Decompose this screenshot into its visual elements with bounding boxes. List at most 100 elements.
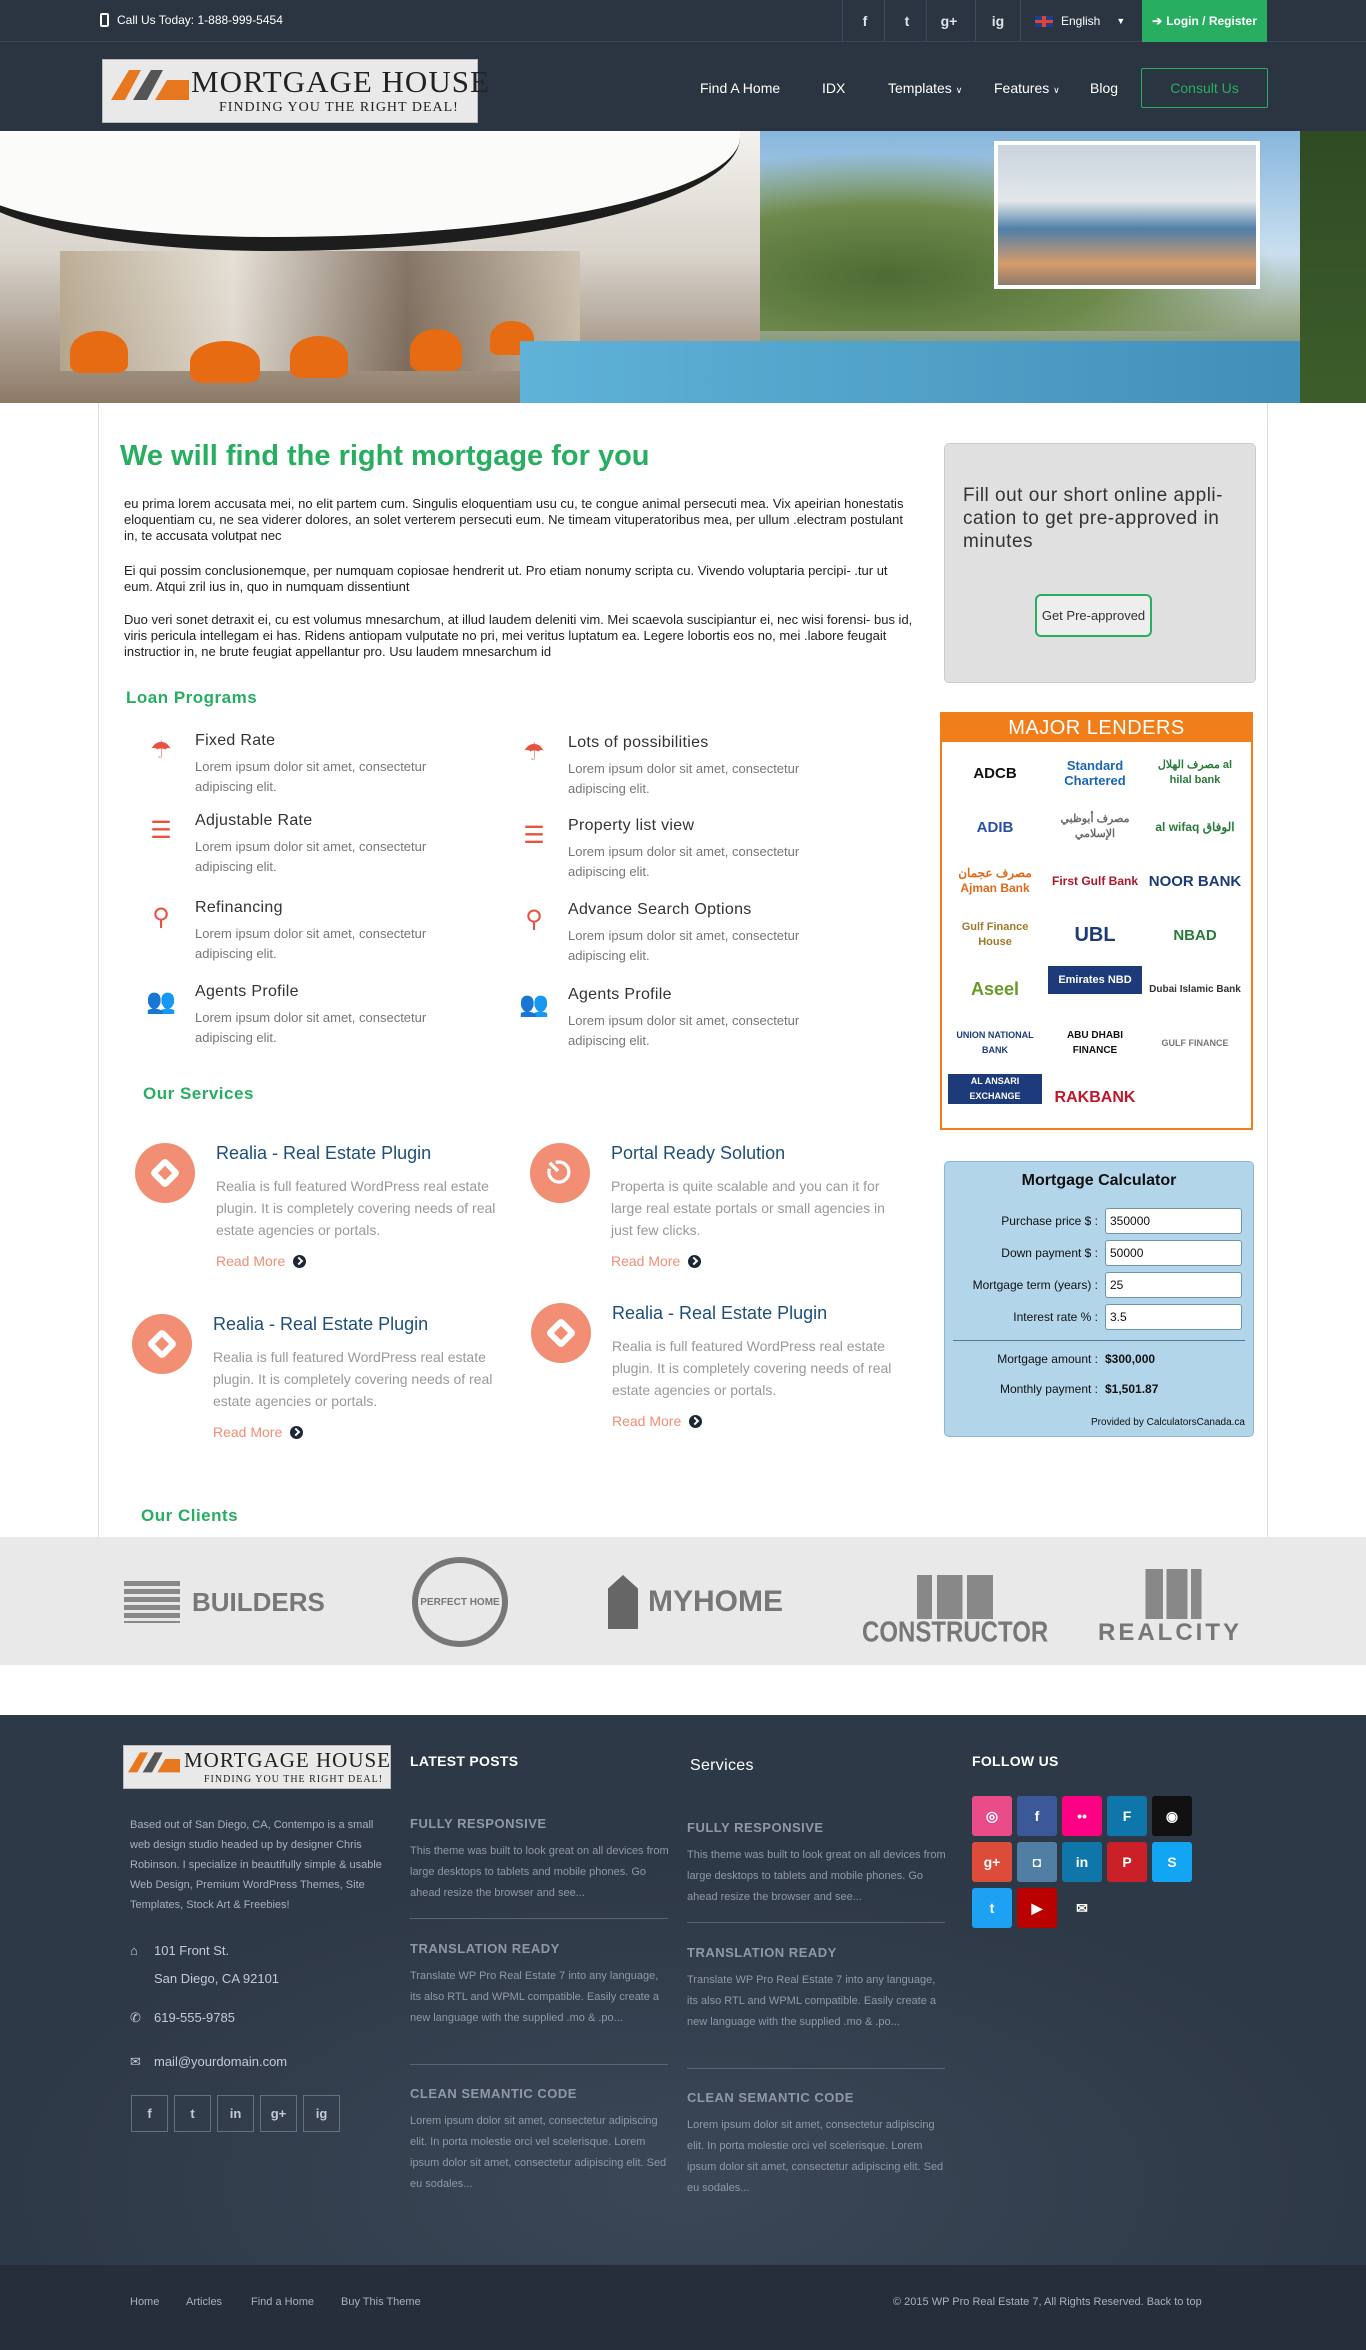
footer-link-find-a-home[interactable]: Find a Home — [251, 2296, 314, 2308]
lender-logo: AL ANSARI EXCHANGE — [948, 1074, 1042, 1104]
client-logo-realcity[interactable]: REALCITY — [1098, 1557, 1242, 1647]
client-logo-perfect-home[interactable]: PERFECT HOME — [410, 1557, 510, 1647]
footer-link-buy-theme[interactable]: Buy This Theme — [341, 2296, 421, 2308]
latest-posts-heading: LATEST POSTS — [410, 1753, 519, 1769]
major-lenders-widget: MAJOR LENDERS ADCB Standard Chartered مص… — [940, 712, 1253, 1130]
loan-title: Advance Search Options — [568, 901, 752, 918]
login-register-button[interactable]: ➔ Login / Register — [1142, 0, 1267, 42]
read-more-link[interactable]: Read More — [216, 1253, 307, 1269]
footer-link-home[interactable]: Home — [130, 2296, 159, 2308]
address-line: San Diego, CA 92101 — [154, 1971, 280, 1986]
post-excerpt: Lorem ipsum dolor sit amet, consectetur … — [687, 2119, 944, 2194]
footer-divider — [687, 1922, 945, 1923]
lender-logo: First Gulf Bank — [1051, 873, 1138, 888]
post-title[interactable]: FULLY RESPONSIVE — [410, 1816, 670, 1831]
mortgage-term-label: Mortgage term (years) : — [972, 1278, 1098, 1292]
nav-blog[interactable]: Blog — [1090, 80, 1118, 96]
twitter-top-button[interactable]: t — [884, 0, 929, 42]
google-plus-follow-button[interactable]: g+ — [972, 1842, 1012, 1882]
service-title[interactable]: Portal Ready Solution — [611, 1143, 785, 1164]
consult-us-button[interactable]: Consult Us — [1141, 68, 1268, 108]
read-more-link[interactable]: Read More — [612, 1413, 703, 1429]
list-icon: ☰ — [150, 817, 172, 844]
facebook-top-button[interactable]: f — [842, 0, 887, 42]
dribbble-follow-button[interactable]: ◎ — [972, 1796, 1012, 1836]
logo-tagline: FINDING YOU THE RIGHT DEAL! — [204, 1774, 384, 1785]
lender-logo: NBAD — [1173, 926, 1217, 944]
nav-idx[interactable]: IDX — [822, 80, 845, 96]
down-payment-input[interactable]: 50000 — [1105, 1240, 1242, 1266]
language-selector[interactable]: English ▼ — [1020, 0, 1141, 42]
calculator-provider-link[interactable]: Provided by CalculatorsCanada.ca — [1091, 1417, 1245, 1428]
flickr-follow-button[interactable]: •• — [1062, 1796, 1102, 1836]
read-more-label: Read More — [612, 1413, 682, 1429]
footer-facebook-button[interactable]: f — [131, 2095, 168, 2132]
lender-logo: ADIB — [976, 818, 1014, 836]
post-title[interactable]: TRANSLATION READY — [410, 1941, 670, 1956]
read-more-link[interactable]: Read More — [611, 1253, 702, 1269]
post-title[interactable]: TRANSLATION READY — [687, 1945, 947, 1960]
linkedin-follow-button[interactable]: in — [1062, 1842, 1102, 1882]
get-pre-approved-button[interactable]: Get Pre-approved — [1035, 594, 1152, 637]
skype-follow-button[interactable]: S — [1152, 1842, 1192, 1882]
purchase-price-input[interactable]: 350000 — [1105, 1208, 1242, 1234]
instagram-top-button[interactable]: ig — [975, 0, 1020, 42]
google-plus-top-button[interactable]: g+ — [926, 0, 971, 42]
footer-post: FULLY RESPONSIVE This theme was built to… — [410, 1816, 670, 1904]
read-more-link[interactable]: Read More — [213, 1424, 304, 1440]
nav-templates[interactable]: Templates ∨ — [888, 80, 962, 96]
site-logo[interactable]: MORTGAGE HOUSE FINDING YOU THE RIGHT DEA… — [102, 59, 489, 123]
chevron-down-icon: ∨ — [1053, 85, 1060, 95]
lenders-heading: MAJOR LENDERS — [942, 714, 1251, 742]
service-title[interactable]: Realia - Real Estate Plugin — [213, 1314, 428, 1335]
loan-description: Lorem ipsum dolor sit amet, consectetur … — [568, 1013, 800, 1048]
footer-instagram-button[interactable]: ig — [303, 2095, 340, 2132]
nav-templates-label: Templates — [888, 80, 952, 96]
top-bar: Call Us Today: 1-888-999-5454 f t g+ ig … — [0, 0, 1366, 42]
footer-link-articles[interactable]: Articles — [186, 2296, 222, 2308]
client-name: PERFECT HOME — [412, 1557, 508, 1647]
our-clients-heading: Our Clients — [141, 1506, 239, 1525]
service-title[interactable]: Realia - Real Estate Plugin — [612, 1303, 827, 1324]
github-follow-button[interactable]: ◉ — [1152, 1796, 1192, 1836]
uk-flag-icon — [1035, 15, 1053, 27]
interest-rate-input[interactable]: 3.5 — [1105, 1304, 1242, 1330]
footer-twitter-button[interactable]: t — [174, 2095, 211, 2132]
pinterest-follow-button[interactable]: P — [1107, 1842, 1147, 1882]
service-title[interactable]: Realia - Real Estate Plugin — [216, 1143, 431, 1164]
down-payment-label: Down payment $ : — [1001, 1246, 1098, 1260]
service-item: ⏻ Portal Ready Solution Properta is quit… — [530, 1143, 910, 1278]
post-title[interactable]: CLEAN SEMANTIC CODE — [410, 2086, 670, 2101]
client-name: CONSTRUCTOR — [862, 1616, 1049, 1649]
footer-post: TRANSLATION READY Translate WP Pro Real … — [410, 1941, 670, 2029]
email-follow-button[interactable]: ✉ — [1062, 1888, 1102, 1928]
nav-find-a-home[interactable]: Find A Home — [700, 80, 780, 96]
twitter-follow-button[interactable]: t — [972, 1888, 1012, 1928]
youtube-follow-button[interactable]: ▶ — [1017, 1888, 1057, 1928]
footer-linkedin-button[interactable]: in — [217, 2095, 254, 2132]
facebook-follow-button[interactable]: f — [1017, 1796, 1057, 1836]
lender-logo: GULF FINANCE — [1161, 1037, 1229, 1048]
mortgage-term-input[interactable]: 25 — [1105, 1272, 1242, 1298]
footer-logo[interactable]: MORTGAGE HOUSE FINDING YOU THE RIGHT DEA… — [123, 1745, 391, 1789]
bottom-bar: Home Articles Find a Home Buy This Theme… — [0, 2265, 1366, 2350]
instagram-follow-button[interactable]: ◘ — [1017, 1842, 1057, 1882]
post-title[interactable]: CLEAN SEMANTIC CODE — [687, 2090, 947, 2105]
arrow-circle-right-icon — [688, 1254, 702, 1268]
client-logo-constructor[interactable]: CONSTRUCTOR — [862, 1557, 1049, 1649]
hero-chair — [190, 341, 260, 383]
read-more-label: Read More — [213, 1424, 283, 1440]
footer-email[interactable]: ✉ mail@yourdomain.com — [130, 2048, 287, 2076]
calculator-title: Mortgage Calculator — [1021, 1172, 1177, 1189]
client-name: MYHOME — [648, 1585, 783, 1618]
house-icon — [608, 1575, 638, 1629]
service-description: Realia is full featured WordPress real e… — [612, 1338, 892, 1398]
client-logo-myhome[interactable]: MYHOME — [608, 1557, 783, 1647]
post-title[interactable]: FULLY RESPONSIVE — [687, 1820, 947, 1835]
phone-number: 619-555-9785 — [154, 2010, 235, 2025]
footer-google-plus-button[interactable]: g+ — [260, 2095, 297, 2132]
nav-features[interactable]: Features ∨ — [994, 80, 1060, 96]
client-logo-builders[interactable]: BUILDERS — [124, 1557, 325, 1647]
monthly-payment-label: Monthly payment : — [999, 1382, 1098, 1396]
foursquare-follow-button[interactable]: F — [1107, 1796, 1147, 1836]
